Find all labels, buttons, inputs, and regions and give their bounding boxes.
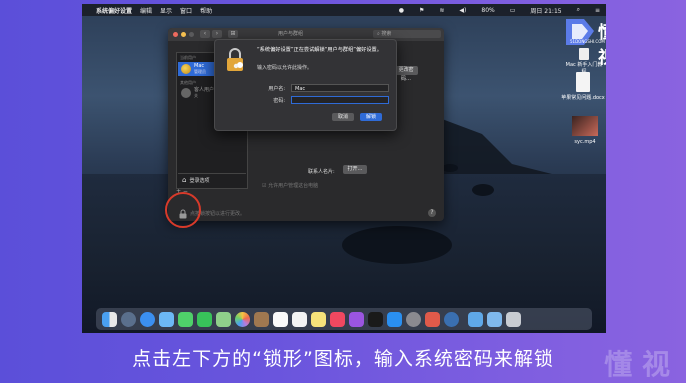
auth-dialog: “系统偏好设置”正在尝试解锁“用户与群组”偏好设置。 输入密码以允许此操作。 用… (214, 39, 397, 131)
desktop-item-faq[interactable]: 苹果常见问题.docx (560, 72, 606, 108)
guest-name: 客人用户 (194, 86, 215, 93)
allow-admin-checkbox[interactable]: ☑ 允许用户管理这台电脑 (262, 182, 318, 189)
password-label: 密码: (273, 98, 285, 104)
house-icon: ⌂ (182, 176, 187, 184)
battery-percent[interactable]: 80% (481, 7, 494, 14)
podcasts-icon[interactable] (349, 312, 364, 327)
menu-app-name[interactable]: 系统偏好设置 (96, 6, 132, 15)
guest-status: 关 (194, 92, 198, 98)
wallpaper-island (342, 226, 452, 264)
username-label: 用户名: (268, 86, 285, 92)
grid-view-button[interactable]: ⊞ (228, 30, 238, 38)
dock (96, 308, 592, 330)
document-icon (576, 72, 590, 92)
photos-icon[interactable] (235, 312, 250, 327)
login-options-item[interactable]: ⌂ 登录选项 (178, 173, 246, 186)
battery-icon[interactable]: ▭ (510, 7, 516, 14)
wifi-icon[interactable]: ≋ (439, 7, 444, 14)
cancel-button[interactable]: 取消 (332, 113, 354, 121)
search-placeholder: 搜索 (381, 31, 392, 37)
menu-window[interactable]: 窗口 (180, 6, 192, 15)
help-button[interactable]: ? (428, 209, 436, 217)
app-store-icon[interactable] (387, 312, 402, 327)
app-icon[interactable] (425, 312, 440, 327)
clock[interactable]: 周日 21:15 (530, 6, 561, 15)
menu-view[interactable]: 显示 (160, 6, 172, 15)
notes-icon[interactable] (311, 312, 326, 327)
music-icon[interactable] (330, 312, 345, 327)
menu-extras: ● ⚑ ≋ ◀) 80% ▭ 周日 21:15 ⌕ ≡ (391, 4, 600, 16)
mac-screen: 系统偏好设置 编辑 显示 窗口 帮助 ● ⚑ ≋ ◀) 80% ▭ 周日 21:… (82, 4, 606, 333)
wallpaper-rock (472, 184, 494, 196)
menu-edit[interactable]: 编辑 (140, 6, 152, 15)
username-field[interactable]: Mac (291, 84, 389, 92)
search-icon[interactable]: ⌕ (577, 6, 580, 14)
allow-admin-label: 允许用户管理这台电脑 (268, 183, 319, 189)
video-thumbnail-icon (572, 116, 598, 136)
dialog-subtext: 输入密码以允许此操作。 (257, 65, 313, 71)
unlock-button[interactable]: 解锁 (360, 113, 382, 121)
change-password-button[interactable]: 更改密码… (394, 66, 418, 82)
password-field[interactable] (291, 96, 389, 104)
flag-icon[interactable]: ⚑ (419, 7, 424, 14)
highlight-circle (165, 192, 201, 228)
user-role: 管理员 (194, 68, 206, 74)
reminders-icon[interactable] (292, 312, 307, 327)
faq-label: 苹果常见问题.docx (561, 95, 605, 101)
current-users-header: 当前用户 (180, 55, 196, 60)
desktop-item-tutorial[interactable]: Mac 新手入门教程 (564, 48, 604, 75)
maps-icon[interactable] (216, 312, 231, 327)
document-icon (579, 48, 589, 60)
logo-url: 51DONGSHI.COM (570, 39, 605, 44)
contact-card-label: 联系人名片: (308, 169, 335, 175)
avatar (181, 64, 191, 74)
open-contact-button[interactable]: 打开… (343, 165, 367, 174)
caption: 点击左下方的“锁形”图标，输入系统密码来解锁 (132, 348, 554, 370)
mail-icon[interactable] (159, 312, 174, 327)
downloads-folder-icon[interactable] (468, 312, 483, 327)
launchpad-icon[interactable] (121, 312, 136, 327)
zoom-button[interactable] (189, 32, 194, 37)
search-field[interactable]: ⌕ 搜索 (373, 30, 441, 38)
notes-brown-icon[interactable] (254, 312, 269, 327)
facetime-icon[interactable] (197, 312, 212, 327)
window-title: 用户与群组 (278, 31, 304, 37)
menu-bar: 系统偏好设置 编辑 显示 窗口 帮助 ● ⚑ ≋ ◀) 80% ▭ 周日 21:… (82, 4, 606, 16)
back-button[interactable]: ‹ (200, 30, 210, 38)
volume-icon[interactable]: ◀) (459, 7, 466, 14)
desktop-item-video[interactable]: syc.mp4 (568, 116, 602, 154)
forward-button[interactable]: › (212, 30, 222, 38)
messages-icon[interactable] (178, 312, 193, 327)
dialog-message: “系统偏好设置”正在尝试解锁“用户与群组”偏好设置。 (257, 47, 382, 53)
menu-list-icon[interactable]: ≡ (595, 7, 600, 14)
folder-icon[interactable] (487, 312, 502, 327)
system-preferences-icon[interactable] (406, 312, 421, 327)
browser-icon[interactable] (444, 312, 459, 327)
menu-help[interactable]: 帮助 (200, 6, 212, 15)
lock-users-icon (226, 48, 244, 71)
video-label: syc.mp4 (574, 139, 596, 145)
tv-icon[interactable] (368, 312, 383, 327)
record-icon[interactable]: ● (399, 7, 404, 14)
trash-icon[interactable] (506, 312, 521, 327)
wallpaper-rock (442, 164, 458, 172)
watermark: 懂 视 (604, 348, 670, 381)
calendar-icon[interactable] (273, 312, 288, 327)
finder-icon[interactable] (102, 312, 117, 327)
safari-icon[interactable] (140, 312, 155, 327)
minimize-button[interactable] (181, 32, 186, 37)
login-options-label: 登录选项 (189, 177, 210, 184)
guest-avatar-icon (181, 88, 191, 98)
close-button[interactable] (173, 32, 178, 37)
